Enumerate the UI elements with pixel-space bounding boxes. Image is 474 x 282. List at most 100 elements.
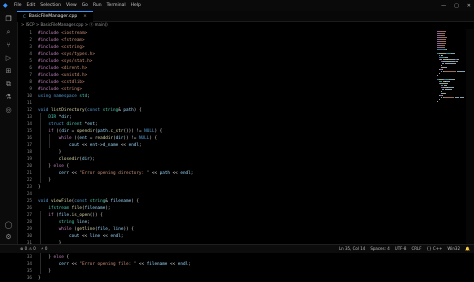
code-line[interactable]: 6 #include <dirent.h> — [17, 65, 437, 72]
code-line[interactable]: 5 #include <sys/stat.h> — [17, 58, 437, 65]
code-text: ifstream file(filename); — [48, 206, 111, 211]
code-line[interactable]: 30 cout << line << endl; — [17, 233, 437, 240]
maximize-button[interactable]: ▢ — [454, 3, 459, 9]
minimap-stroke — [451, 87, 454, 88]
code-line[interactable]: 13 DIR *dir; — [17, 114, 437, 121]
code-line[interactable]: 2 #include <fstream> — [17, 37, 437, 44]
code-line[interactable]: 35 } — [17, 268, 437, 275]
code-text: struct dirent *ent; — [48, 122, 98, 127]
minimap-stroke — [437, 101, 438, 102]
code-text: #include <sys/types.h> — [38, 52, 95, 57]
code-line[interactable]: 23} — [17, 184, 437, 191]
files-icon[interactable]: ❐ — [4, 15, 13, 24]
menu-file[interactable]: File — [14, 3, 22, 8]
menu-selection[interactable]: Selection — [40, 3, 61, 8]
code-line[interactable]: 17 cout << ent->d_name << endl; — [17, 142, 437, 149]
code-text: if (file.is_open()) { — [48, 213, 103, 218]
code-line[interactable]: 26 ifstream file(filename); — [17, 205, 437, 212]
database-icon[interactable]: ◎ — [4, 106, 13, 115]
line-number: 16 — [26, 136, 32, 141]
breadcrumb[interactable]: > ISCP > BasicFileManager.cpp > ⓕ main() — [17, 21, 461, 29]
code-line[interactable]: 25 void viewFile(const string& filename) … — [17, 198, 437, 205]
line-number: 36 — [26, 276, 32, 281]
code-text: string line; — [58, 220, 90, 225]
code-line[interactable]: 11 — [17, 100, 437, 107]
extensions-icon[interactable]: ⊞ — [4, 67, 13, 76]
settings-icon[interactable]: ⚙ — [4, 233, 13, 242]
code-text: DIR *dir; — [48, 115, 72, 120]
minimap-stroke — [446, 83, 449, 84]
code-line[interactable]: 20 } else { — [17, 163, 437, 170]
line-number: 28 — [26, 220, 32, 225]
minimap-stroke — [441, 45, 446, 46]
code-editor[interactable]: 1 #include <iostream> 2 #include <fstream> 3… — [17, 29, 437, 281]
line-number: 17 — [26, 143, 32, 148]
minimap-stroke — [441, 47, 445, 48]
remote-icon[interactable]: ⧉ — [4, 80, 13, 89]
line-number: 1 — [29, 31, 32, 36]
code-line[interactable]: 3 #include <cstring> — [17, 44, 437, 51]
code-line[interactable]: 4 #include <sys/types.h> — [17, 51, 437, 58]
code-line[interactable]: 29 while (getline(file, line)) { — [17, 226, 437, 233]
line-number: 12 — [26, 108, 32, 113]
menu-edit[interactable]: Edit — [27, 3, 36, 8]
code-line[interactable]: 27 if (file.is_open()) { — [17, 212, 437, 219]
code-text: #include <unistd.h> — [38, 73, 88, 78]
line-number: 24 — [26, 192, 32, 197]
minimap-stroke — [437, 75, 438, 76]
testing-icon[interactable]: ⚗ — [4, 93, 13, 102]
code-line[interactable]: 18 } — [17, 149, 437, 156]
code-line[interactable]: 36} — [17, 275, 437, 282]
code-line[interactable]: 34 cerr << "Error opening file: " << fil… — [17, 261, 437, 268]
code-line[interactable]: 7 #include <unistd.h> — [17, 72, 437, 79]
menu-view[interactable]: View — [66, 3, 77, 8]
code-line[interactable]: 16 while ((ent = readdir(dir)) != NULL) … — [17, 135, 437, 142]
run-debug-icon[interactable]: ▷ — [4, 54, 13, 63]
minimize-button[interactable]: — — [441, 3, 446, 9]
code-line[interactable]: 21 cerr << "Error opening directory: " <… — [17, 170, 437, 177]
code-text: #include <iostream> — [38, 31, 88, 36]
search-icon[interactable]: ⌕ — [4, 28, 13, 37]
line-number: 3 — [29, 45, 32, 50]
line-number: 30 — [26, 234, 32, 239]
code-line[interactable]: 24 — [17, 191, 437, 198]
minimap-stroke — [438, 99, 440, 100]
minimap-stroke — [437, 49, 445, 50]
menu-help[interactable]: Help — [131, 3, 141, 8]
code-line[interactable]: 28 string line; — [17, 219, 437, 226]
code-line[interactable]: 19 closedir(dir); — [17, 156, 437, 163]
code-line[interactable]: 1 #include <iostream> — [17, 30, 437, 37]
menu-go[interactable]: Go — [82, 3, 88, 8]
line-number: 25 — [26, 199, 32, 204]
line-number: 4 — [29, 52, 32, 57]
account-icon[interactable]: ◯ — [4, 221, 13, 230]
vertical-scrollbar[interactable] — [466, 29, 474, 244]
code-text: } else { — [38, 164, 70, 169]
code-text: while (getline(file, line)) { — [58, 227, 134, 232]
title-bar: ◆ File Edit Selection View Go Run Termin… — [0, 0, 474, 11]
code-text: } — [38, 269, 51, 274]
close-button[interactable]: ✕ — [467, 3, 471, 9]
minimap[interactable] — [437, 29, 465, 244]
code-line[interactable]: 8 #include <cstdlib> — [17, 79, 437, 86]
minimap-stroke — [442, 55, 443, 56]
minimap-stroke — [441, 41, 446, 42]
code-line[interactable]: 9 #include <string> — [17, 86, 437, 93]
code-line[interactable]: 15 if ((dir = opendir(path.c_str())) != … — [17, 128, 437, 135]
minimap-stroke — [445, 49, 447, 50]
menu-terminal[interactable]: Terminal — [107, 3, 126, 8]
line-number: 7 — [29, 73, 32, 78]
minimap-stroke — [457, 59, 459, 60]
source-control-icon[interactable]: ⑂ — [4, 41, 13, 50]
minimap-stroke — [445, 93, 447, 94]
line-number: 33 — [26, 255, 32, 260]
code-text: if ((dir = opendir(path.c_str())) != NUL… — [48, 129, 163, 134]
code-line[interactable]: 33 } else { — [17, 254, 437, 261]
menu-run[interactable]: Run — [93, 3, 102, 8]
minimap-stroke — [454, 63, 456, 64]
code-text: } — [38, 150, 62, 155]
code-line[interactable]: 10 using namespace std; — [17, 93, 437, 100]
code-line[interactable]: 12 void listDirectory(const string& path)… — [17, 107, 437, 114]
code-line[interactable]: 14 struct dirent *ent; — [17, 121, 437, 128]
code-line[interactable]: 22 } — [17, 177, 437, 184]
